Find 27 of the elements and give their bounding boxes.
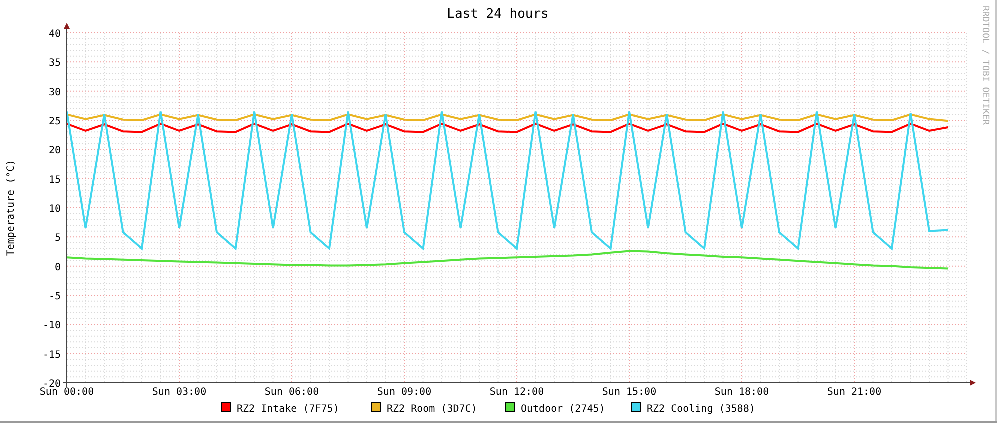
tick-label: Sun 18:00: [714, 387, 770, 398]
tick-label: Sun 09:00: [377, 387, 432, 398]
tick-label: 15: [48, 174, 61, 186]
tick-label: 40: [48, 29, 61, 40]
legend-label: RZ2 Intake (7F75): [237, 404, 340, 415]
tick-label: -10: [42, 320, 61, 332]
legend-label: RZ2 Room (3D7C): [387, 404, 478, 415]
tick-label: Sun 06:00: [264, 387, 320, 398]
tick-label: Sun 21:00: [827, 387, 882, 398]
legend-label: Outdoor (2745): [521, 404, 606, 415]
tick-label: Sun 12:00: [490, 387, 544, 398]
legend-label: RZ2 Cooling (3588): [647, 404, 756, 415]
tick-label: 30: [48, 87, 61, 98]
tick-label: -15: [42, 350, 61, 361]
tick-label: Sun 15:00: [602, 387, 657, 398]
credit-text: RRDTOOL / TOBI OETIKER: [980, 6, 990, 126]
tick-label: 10: [48, 204, 61, 215]
tick-label: 0: [54, 262, 61, 274]
tick-label: Sun 03:00: [152, 387, 207, 398]
tick-label: 20: [48, 146, 61, 157]
tick-label: 25: [48, 116, 61, 128]
tick-label: Sun 00:00: [40, 387, 94, 398]
chart-title: Last 24 hours: [447, 7, 549, 22]
tick-label: 35: [48, 58, 61, 70]
tick-label: -5: [48, 292, 61, 302]
tick-label: 5: [54, 233, 61, 244]
axis-title: Temperature (°C): [6, 160, 17, 256]
